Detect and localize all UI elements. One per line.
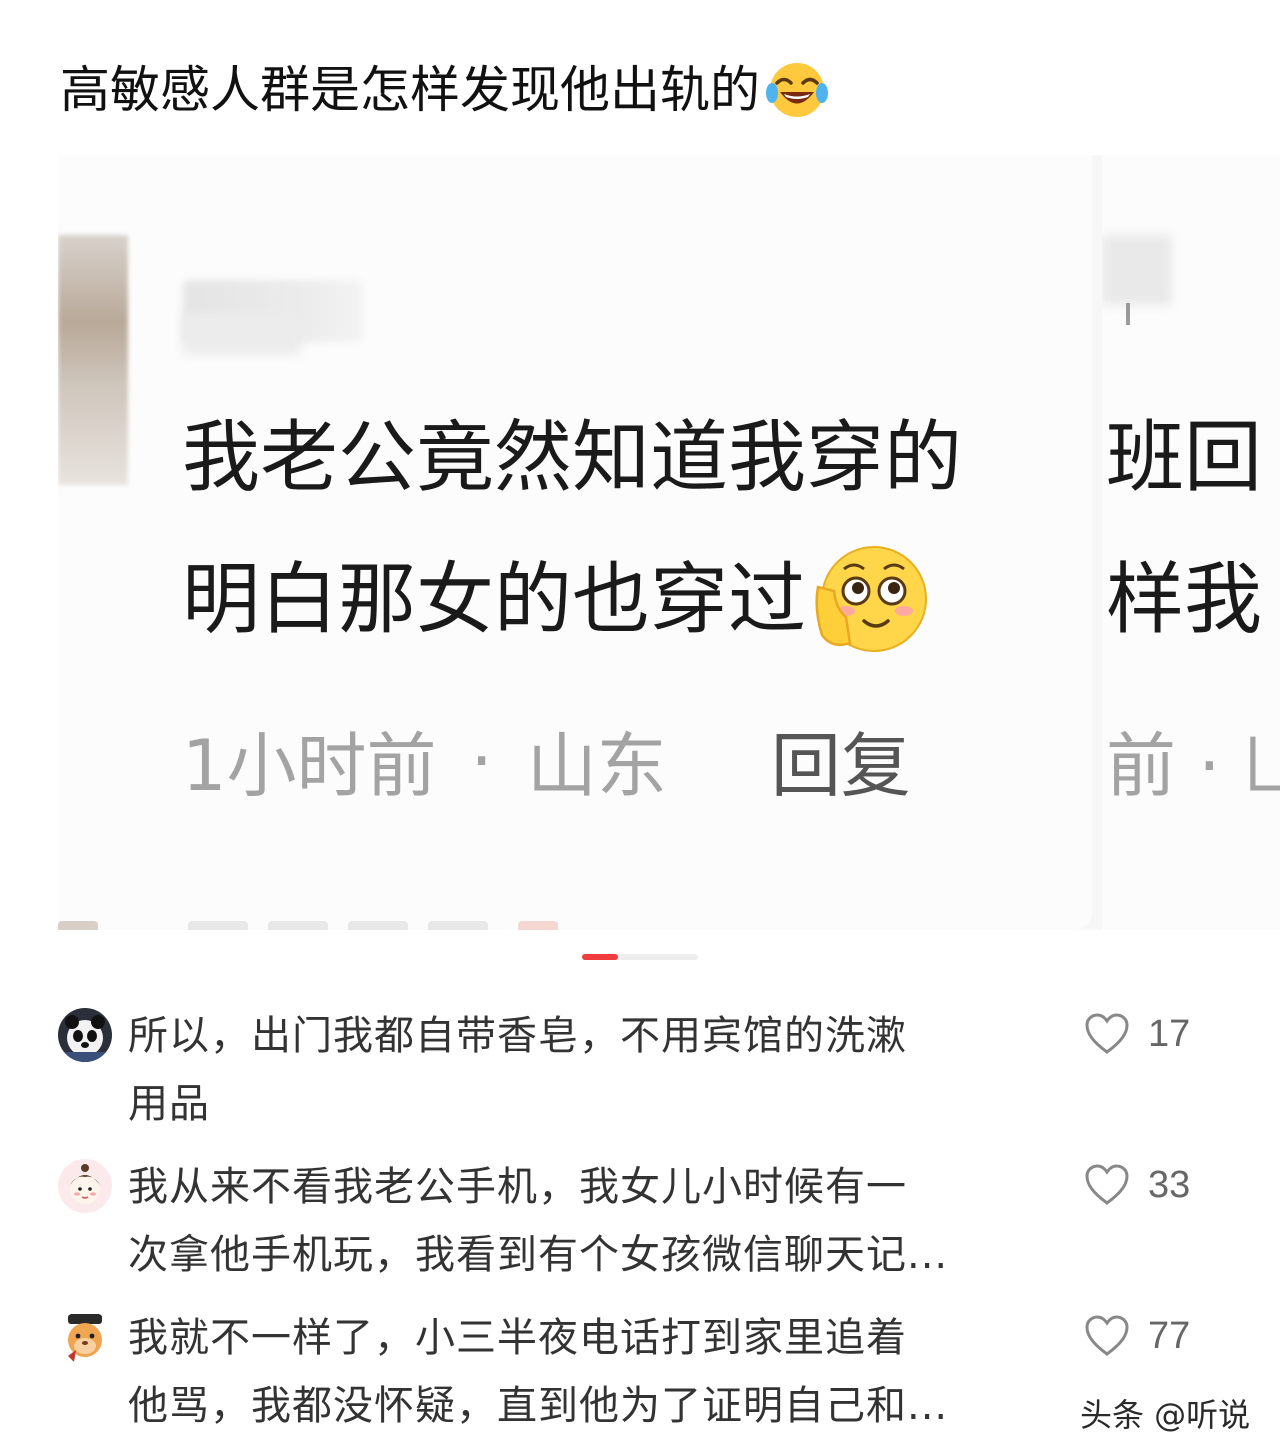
blurred-avatar [58,235,128,485]
panda-avatar[interactable] [58,1008,112,1062]
comment-text: 我就不一样了，小三半夜电话打到家里追着 他骂，我都没怀疑，直到他为了证明自己和.… [128,1304,1068,1440]
comment-line-2: 用品 [128,1081,210,1127]
screenshot-comment-text: 我老公竟然知道我穿的 明白那女的也穿过 [182,387,1092,671]
screenshot-comment-line: 明白那女的也穿过 [182,529,1092,671]
comment-text: 所以，出门我都自带香皂，不用宾馆的洗漱 用品 [128,1002,1068,1138]
next-slide-line-1: 班回 [1106,413,1263,503]
comment-line-2: 次拿他手机玩，我看到有个女孩微信聊天记... [128,1232,949,1278]
peek-text-block [188,921,248,930]
like-count: 77 [1148,1314,1191,1357]
like-count: 17 [1148,1012,1191,1055]
next-slide-line-2: 样我 [1106,555,1263,645]
divider [1126,303,1130,325]
carousel-slide-current[interactable]: 我老公竟然知道我穿的 明白那女的也穿过 1小时前 · 山东 回复 [58,155,1092,930]
comment-time: 1小时前 [182,725,437,807]
screenshot-comment-meta: 1小时前 · 山东 回复 [182,710,911,811]
watermark: 头条 @听说 [1080,1396,1251,1434]
comment-line-1: 我就不一样了，小三半夜电话打到家里追着 [128,1315,907,1361]
peek-text-block [428,921,488,930]
heart-icon [1085,1164,1129,1205]
blurred-username-shadow [182,313,302,355]
peek-avatar [58,921,98,930]
screenshot-comment-line-1: 我老公竟然知道我穿的 [182,413,963,503]
comment-location: 山东 [526,725,667,807]
like-button[interactable]: 77 [1084,1314,1190,1358]
like-button[interactable]: 17 [1084,1012,1190,1056]
like-button[interactable]: 33 [1084,1163,1190,1207]
comment-text: 我从来不看我老公手机，我女儿小时候有一 次拿他手机玩，我看到有个女孩微信聊天记.… [128,1153,1068,1289]
post-title: 高敏感人群是怎样发现他出轨的 [60,58,830,122]
cartoon-girl-avatar[interactable] [58,1159,112,1213]
carousel-indicator [582,954,698,960]
peek-heart [518,921,558,930]
next-slide-text: 班回 样我 [1106,387,1262,671]
peek-text-block [348,921,408,930]
comment-line-1: 我从来不看我老公手机，我女儿小时候有一 [128,1164,907,1210]
screenshot-comment-line: 我老公竟然知道我穿的 [182,387,1092,529]
shy-face-icon [806,539,934,661]
heart-icon [1085,1315,1129,1356]
face-with-tears-of-joy-icon [764,59,830,121]
blurred-avatar [1102,235,1172,305]
peek-text-block [268,921,328,930]
like-count: 33 [1148,1163,1191,1206]
next-comment-peek [58,907,558,930]
heart-icon [1085,1013,1129,1054]
carousel-slide-next[interactable]: 班回 样我 前 · 凵 [1102,155,1280,930]
meta-separator: · [470,719,493,802]
cartoon-character-avatar[interactable] [58,1310,112,1364]
next-slide-meta: 前 · 凵 [1106,725,1280,807]
reply-button: 回复 [770,725,911,807]
carousel-indicator-active [582,954,618,960]
comment-line-1: 所以，出门我都自带香皂，不用宾馆的洗漱 [128,1013,907,1059]
screenshot-comment-line-2: 明白那女的也穿过 [182,555,807,645]
image-carousel[interactable]: 我老公竟然知道我穿的 明白那女的也穿过 1小时前 · 山东 回复 班回 样我 前… [58,155,1280,930]
post-title-text: 高敏感人群是怎样发现他出轨的 [60,61,760,119]
comment-line-2: 他骂，我都没怀疑，直到他为了证明自己和... [128,1383,949,1429]
